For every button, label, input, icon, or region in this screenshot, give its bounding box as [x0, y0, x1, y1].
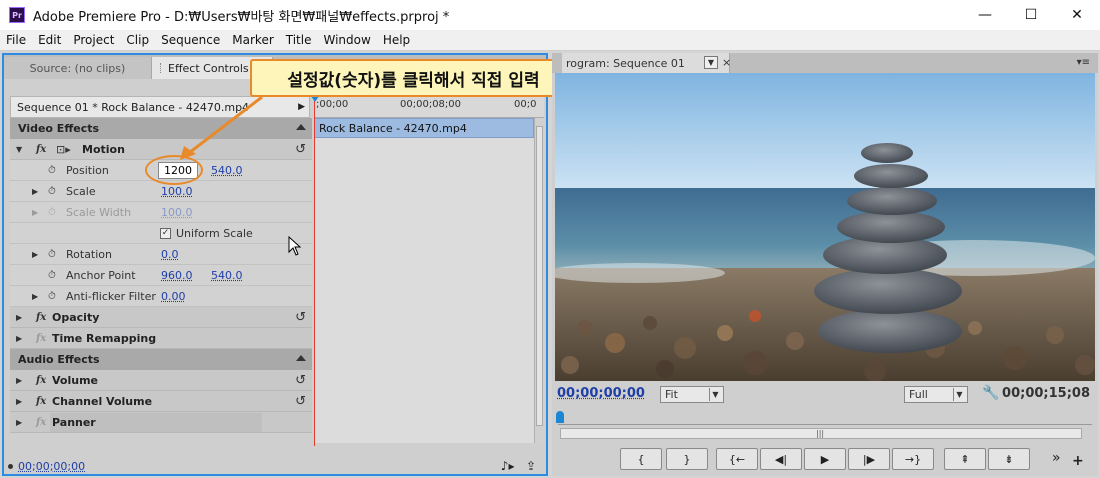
extract-button[interactable]: ⇟ [988, 448, 1030, 470]
step-back-button[interactable]: ◀| [760, 448, 802, 470]
zoom-scrollbar[interactable]: ||| [560, 428, 1082, 439]
program-monitor-tabs: rogram: Sequence 01 ▼ × ▾≡ [552, 53, 1098, 73]
program-playhead[interactable] [556, 411, 564, 423]
mark-out-button[interactable]: } [666, 448, 708, 470]
program-tab-label: rogram: Sequence 01 [566, 56, 685, 70]
add-button-icon[interactable]: + [1072, 453, 1084, 469]
step-forward-button[interactable]: |▶ [848, 448, 890, 470]
mark-in-button[interactable]: { [620, 448, 662, 470]
chevron-down-icon: ▼ [709, 388, 721, 401]
program-controls-row: 00;00;00;00 Fit ▼ Full ▼ 🔧 00;00;15;08 [552, 384, 1098, 406]
program-current-timecode[interactable]: 00;00;00;00 [557, 386, 645, 401]
program-time-ruler[interactable] [556, 411, 1092, 425]
playback-quality-select[interactable]: Full ▼ [904, 386, 968, 403]
tab-close-icon[interactable]: × [722, 56, 731, 69]
program-duration-timecode: 00;00;15;08 [1002, 386, 1090, 401]
mouse-cursor-icon [288, 236, 302, 256]
zoom-select-value: Fit [665, 388, 678, 401]
go-to-out-button[interactable]: →} [892, 448, 934, 470]
chevron-down-icon: ▼ [953, 388, 965, 401]
tab-program-sequence[interactable]: rogram: Sequence 01 ▼ × [562, 53, 731, 73]
zoom-select[interactable]: Fit ▼ [660, 386, 724, 403]
quality-select-value: Full [909, 388, 928, 401]
program-monitor-panel: rogram: Sequence 01 ▼ × ▾≡ 00;00;00;00 F… [552, 53, 1098, 476]
wrench-settings-icon[interactable]: 🔧 [982, 385, 999, 401]
more-controls-icon[interactable]: » [1052, 450, 1061, 466]
panel-menu-icon[interactable]: ▾≡ [1077, 57, 1090, 68]
go-to-in-button[interactable]: {← [716, 448, 758, 470]
annotation-highlight-ellipse [145, 155, 203, 185]
play-button[interactable]: ▶ [804, 448, 846, 470]
tab-dropdown-icon[interactable]: ▼ [704, 56, 718, 69]
program-video-frame [555, 73, 1095, 381]
scrollbar-grip-icon[interactable]: ||| [816, 429, 824, 438]
lift-button[interactable]: ⇞ [944, 448, 986, 470]
